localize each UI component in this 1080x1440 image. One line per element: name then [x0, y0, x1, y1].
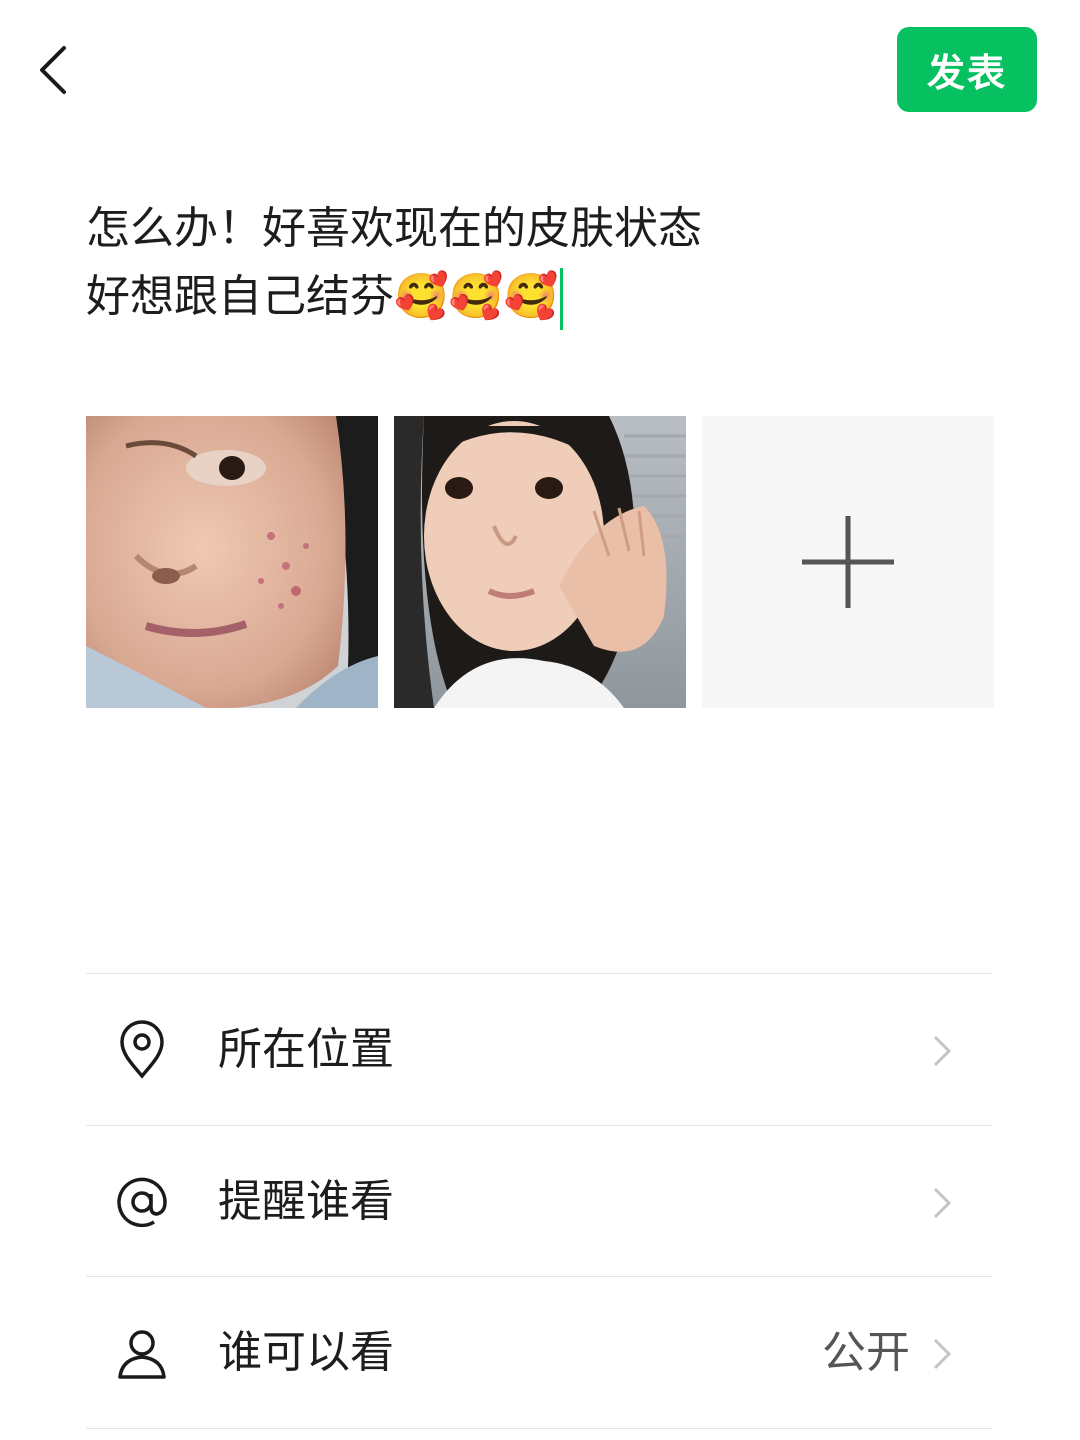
divider: [86, 973, 992, 974]
location-row[interactable]: 所在位置: [86, 975, 992, 1125]
plus-icon: [802, 516, 894, 608]
photo-thumbnail-2[interactable]: [394, 416, 686, 708]
visibility-value: 公开: [822, 1327, 910, 1378]
mention-row[interactable]: 提醒谁看: [86, 1127, 992, 1277]
divider: [86, 1125, 992, 1126]
post-text-line-1: 怎么办！好喜欢现在的皮肤状态: [86, 203, 702, 254]
chevron-right-icon: [933, 1187, 952, 1219]
post-text-line-2: 好想跟自己结芬🥰🥰🥰: [86, 263, 986, 331]
add-photo-button[interactable]: [702, 416, 994, 708]
location-label: 所在位置: [218, 1024, 394, 1075]
mention-label: 提醒谁看: [218, 1176, 394, 1227]
smiling-hearts-emoji: 🥰🥰🥰: [394, 271, 559, 322]
post-text-input[interactable]: 怎么办！好喜欢现在的皮肤状态 好想跟自己结芬🥰🥰🥰: [86, 195, 986, 331]
person-icon: [118, 1330, 166, 1379]
at-mention-icon: [117, 1177, 167, 1228]
photo-thumbnail-1[interactable]: [86, 416, 378, 708]
divider: [86, 1276, 992, 1277]
post-text-line-2-text: 好想跟自己结芬: [86, 271, 394, 322]
visibility-label: 谁可以看: [218, 1327, 394, 1378]
divider: [86, 1428, 992, 1429]
post-button[interactable]: 发表: [897, 27, 1037, 112]
visibility-row[interactable]: 谁可以看 公开: [86, 1278, 992, 1428]
back-button[interactable]: [28, 40, 84, 100]
chevron-right-icon: [933, 1338, 952, 1370]
chevron-left-icon: [40, 46, 66, 94]
location-pin-icon: [120, 1020, 164, 1079]
text-caret: [560, 268, 564, 330]
chevron-right-icon: [933, 1035, 952, 1067]
